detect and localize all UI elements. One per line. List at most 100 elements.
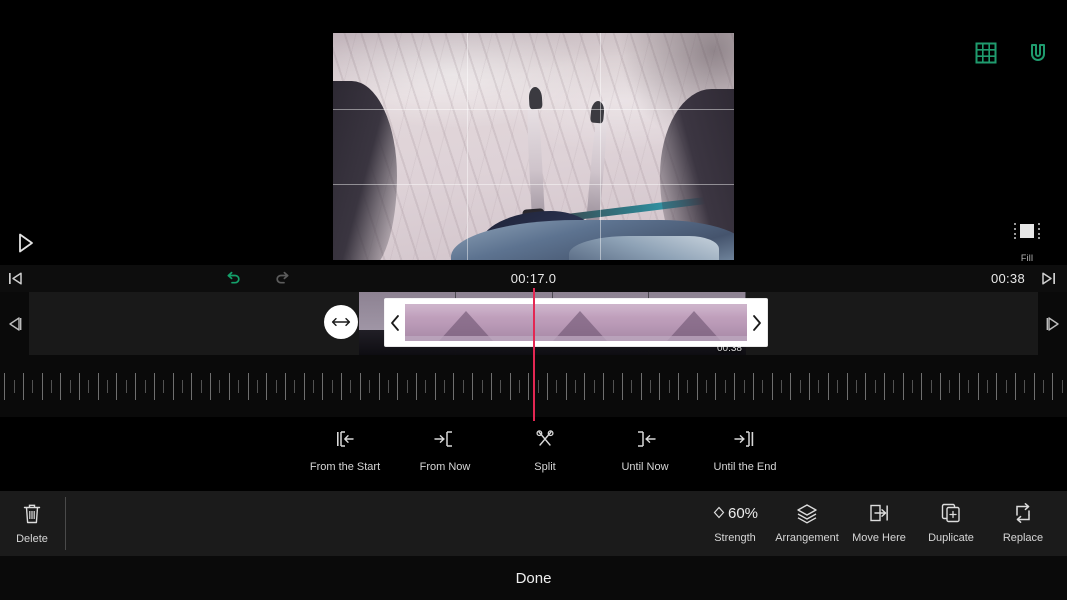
ruler-tick xyxy=(842,372,851,400)
ruler-tick xyxy=(814,372,823,400)
magnet-icon[interactable] xyxy=(1023,38,1053,68)
selected-clip[interactable] xyxy=(385,299,767,346)
ruler-tick xyxy=(992,372,1001,400)
move-here-button[interactable]: Move Here xyxy=(843,498,915,544)
ruler-tick xyxy=(908,372,917,400)
ruler-tick xyxy=(431,372,440,400)
ruler-tick xyxy=(562,372,571,400)
fill-icon xyxy=(1014,223,1040,239)
move-here-icon xyxy=(843,498,915,528)
ruler-tick xyxy=(496,372,505,400)
ruler-tick xyxy=(665,372,674,400)
ruler-tick xyxy=(955,372,964,400)
ruler-tick xyxy=(749,372,758,400)
ruler-tick xyxy=(870,372,879,400)
redo-icon[interactable] xyxy=(273,269,292,288)
ruler-tick xyxy=(328,372,337,400)
ruler-tick xyxy=(37,372,46,400)
bottom-toolbar: Delete 60% Strength Arrangement Move Her… xyxy=(0,491,1067,556)
duplicate-button[interactable]: Duplicate xyxy=(915,498,987,544)
ruler-tick xyxy=(449,372,458,400)
undo-icon[interactable] xyxy=(224,269,243,288)
trim-label: Split xyxy=(534,461,556,473)
chevron-right-icon[interactable] xyxy=(747,314,767,332)
trim-from-now-button[interactable]: From Now xyxy=(395,425,495,473)
ruler-tick xyxy=(805,372,814,400)
step-forward-icon[interactable] xyxy=(1038,292,1067,355)
current-time: 00:17.0 xyxy=(510,271,557,286)
ruler-tick xyxy=(243,372,252,400)
ruler-tick xyxy=(412,372,421,400)
ruler-tick xyxy=(159,372,168,400)
ruler-tick xyxy=(309,372,318,400)
ruler-tick xyxy=(215,372,224,400)
toolbar-divider xyxy=(65,497,66,550)
ruler-tick xyxy=(646,372,655,400)
ruler-tick xyxy=(505,372,514,400)
ruler-tick xyxy=(28,372,37,400)
ruler-tick xyxy=(487,372,496,400)
grid-icon[interactable] xyxy=(971,38,1001,68)
done-button[interactable]: Done xyxy=(0,556,1067,600)
ruler-tick xyxy=(84,372,93,400)
skip-to-start-icon[interactable] xyxy=(0,270,30,287)
trim-until-the-end-button[interactable]: Until the End xyxy=(695,425,795,473)
horizontal-resize-icon[interactable] xyxy=(324,305,358,339)
split-button[interactable]: Split xyxy=(495,425,595,473)
ruler-tick xyxy=(300,372,309,400)
video-editor-app: Fill 00:17.0 00:38 00:38 From the Start … xyxy=(0,0,1067,600)
trim-from-the-start-button[interactable]: From the Start xyxy=(295,425,395,473)
ruler-tick xyxy=(580,372,589,400)
chevron-left-icon[interactable] xyxy=(385,314,405,332)
fill-control[interactable]: Fill xyxy=(999,218,1055,263)
ruler-tick xyxy=(852,372,861,400)
skip-to-end-icon[interactable] xyxy=(1033,270,1063,287)
ruler-tick xyxy=(880,372,889,400)
ruler-tick xyxy=(440,372,449,400)
replace-button[interactable]: Replace xyxy=(987,498,1059,544)
ruler-tick xyxy=(374,372,383,400)
ruler-tick xyxy=(543,372,552,400)
toolbar-label: Strength xyxy=(714,532,756,544)
ruler-tick xyxy=(0,372,9,400)
ruler-tick xyxy=(917,372,926,400)
ruler-tick xyxy=(421,372,430,400)
toolbar-label: Arrangement xyxy=(775,532,839,544)
delete-button[interactable]: Delete xyxy=(8,499,56,545)
ruler-tick xyxy=(168,372,177,400)
ruler-tick xyxy=(19,372,28,400)
ruler-tick xyxy=(1020,372,1029,400)
ruler-tick xyxy=(187,372,196,400)
fill-label: Fill xyxy=(1020,253,1034,263)
arrangement-button[interactable]: Arrangement xyxy=(771,498,843,544)
ruler-tick xyxy=(608,372,617,400)
ruler-tick xyxy=(739,372,748,400)
ruler-tick xyxy=(281,372,290,400)
ruler-tick xyxy=(459,372,468,400)
ruler-tick xyxy=(75,372,84,400)
trim-label: Until Now xyxy=(621,461,669,473)
play-icon[interactable] xyxy=(8,226,42,260)
ruler-tick xyxy=(178,372,187,400)
ruler-tick xyxy=(337,372,346,400)
trim-until-now-icon xyxy=(595,425,695,453)
ruler-tick xyxy=(936,372,945,400)
scissors-icon xyxy=(495,425,595,453)
ruler-tick xyxy=(693,372,702,400)
trim-until-now-button[interactable]: Until Now xyxy=(595,425,695,473)
strength-button[interactable]: 60% Strength xyxy=(699,498,771,544)
video-preview[interactable] xyxy=(333,33,734,260)
ruler-tick xyxy=(796,372,805,400)
ruler-tick xyxy=(721,372,730,400)
ruler-tick xyxy=(402,372,411,400)
step-back-icon[interactable] xyxy=(0,292,29,355)
ruler-tick xyxy=(1011,372,1020,400)
ruler-tick xyxy=(636,372,645,400)
clip-thumbnails xyxy=(405,304,747,341)
playhead[interactable] xyxy=(533,288,535,421)
ruler-tick xyxy=(206,372,215,400)
ruler-tick xyxy=(515,372,524,400)
ruler-tick xyxy=(225,372,234,400)
ruler-tick xyxy=(66,372,75,400)
ruler-tick xyxy=(318,372,327,400)
